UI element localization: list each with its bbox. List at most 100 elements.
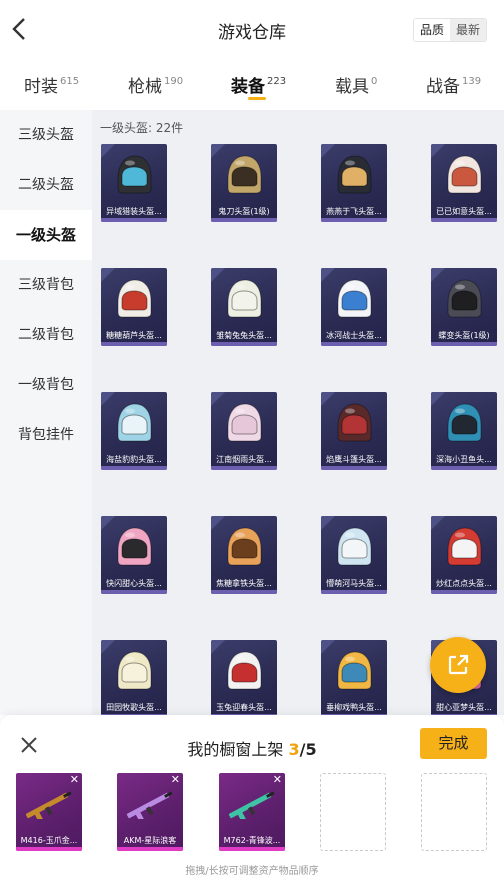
helmet-icon (447, 155, 482, 194)
sidebar-item-backpack-charm[interactable]: 背包挂件 (0, 410, 92, 460)
remove-icon[interactable]: ✕ (171, 774, 180, 786)
showcase-total: /5 (299, 740, 317, 759)
showcase-count: 3 (288, 740, 300, 759)
helmet-icon (227, 279, 262, 318)
external-link-icon (448, 654, 469, 675)
share-fab-button[interactable] (430, 637, 486, 693)
top-bar: 游戏仓库 品质 最新 (0, 0, 504, 60)
corner-tag (431, 268, 445, 282)
item-name: 海盐豹豹头盔... (106, 455, 162, 464)
helmet-icon (117, 155, 152, 194)
item-card[interactable]: 燕燕于飞头盔... (321, 144, 387, 222)
item-card[interactable]: 糖糖葫芦头盔... (101, 268, 167, 346)
showcase-title-text: 我的橱窗上架 (187, 740, 284, 759)
quality-bar (211, 218, 277, 222)
helmet-icon (447, 403, 482, 442)
item-name: 甜心亚梦头盔... (436, 703, 492, 712)
tab-fashion[interactable]: 时装 615 (24, 72, 79, 97)
sort-quality-button[interactable]: 品质 (414, 19, 450, 41)
tab-equipment[interactable]: 装备 223 (231, 72, 286, 97)
item-card[interactable]: 焦糖拿铁头盔... (211, 516, 277, 594)
item-name: 田园牧歌头盔... (106, 703, 162, 712)
quality-bar (321, 218, 387, 222)
remove-icon[interactable]: ✕ (70, 774, 79, 786)
sort-toggle: 品质 最新 (413, 18, 487, 42)
sidebar-item-level1-helmet[interactable]: 一级头盔 (0, 210, 92, 260)
quality-bar (321, 466, 387, 470)
sort-newest-button[interactable]: 最新 (450, 19, 486, 41)
quality-bar (321, 342, 387, 346)
item-card[interactable]: 懵萌河马头盔... (321, 516, 387, 594)
tab-count: 0 (371, 76, 378, 87)
quality-bar (101, 466, 167, 470)
corner-tag (211, 144, 225, 158)
item-name: 冰河战士头盔... (326, 331, 382, 340)
helmet-icon (337, 651, 372, 690)
corner-tag (211, 516, 225, 530)
item-card[interactable]: 雏菊兔兔头盔... (211, 268, 277, 346)
done-button[interactable]: 完成 (420, 728, 487, 759)
showcase-slot-empty[interactable] (320, 773, 386, 851)
item-card[interactable]: 海盐豹豹头盔... (101, 392, 167, 470)
tab-label: 战备 (426, 77, 460, 97)
tab-supplies[interactable]: 战备 139 (426, 72, 481, 97)
tab-weapons[interactable]: 枪械 190 (128, 72, 183, 97)
gun-icon (126, 791, 173, 819)
showcase-slot-filled[interactable]: ✕ M762-青锋波... (219, 773, 285, 851)
item-name: 垂柳戏鸭头盔... (326, 703, 382, 712)
quality-bar (431, 218, 497, 222)
item-card[interactable]: 异域猎装头盔... (101, 144, 167, 222)
helmet-icon (337, 527, 372, 566)
sidebar-item-level1-backpack[interactable]: 一级背包 (0, 360, 92, 410)
tab-label: 装备 (231, 77, 265, 97)
item-card[interactable]: 深海小丑鱼头... (431, 392, 497, 470)
quality-bar (431, 342, 497, 346)
showcase-slot-filled[interactable]: ✕ AKM-星际浪客 (117, 773, 183, 851)
item-name: 鬼刀头盔(1级) (218, 207, 270, 216)
tab-vehicles[interactable]: 载具 0 (335, 72, 377, 97)
helmet-icon (227, 527, 262, 566)
quality-bar (431, 466, 497, 470)
item-card[interactable]: 鬼刀头盔(1级) (211, 144, 277, 222)
tab-label: 时装 (24, 77, 58, 97)
reorder-hint: 拖拽/长按可调整资产物品顺序 (185, 866, 319, 877)
helmet-icon (447, 527, 482, 566)
corner-tag (211, 640, 225, 654)
item-name: 深海小丑鱼头... (436, 455, 492, 464)
item-card[interactable]: 垂柳戏鸭头盔... (321, 640, 387, 715)
item-name: 燕燕于飞头盔... (326, 207, 382, 216)
corner-tag (431, 516, 445, 530)
item-name: 焦糖拿铁头盔... (216, 579, 272, 588)
tab-count: 139 (462, 76, 482, 87)
sidebar-item-level3-backpack[interactable]: 三级背包 (0, 260, 92, 310)
item-card[interactable]: 冰河战士头盔... (321, 268, 387, 346)
item-card[interactable]: 炒红点点头盔... (431, 516, 497, 594)
item-card[interactable]: 快闪甜心头盔... (101, 516, 167, 594)
showcase-slot-filled[interactable]: ✕ M416-玉爪金... (16, 773, 82, 851)
quality-bar (219, 847, 285, 851)
quality-bar (117, 847, 183, 851)
item-card[interactable]: 江南烟雨头盔... (211, 392, 277, 470)
sidebar-item-level2-helmet[interactable]: 二级头盔 (0, 160, 92, 210)
corner-tag (101, 268, 115, 282)
item-card[interactable]: 焰鹰斗篷头盔... (321, 392, 387, 470)
corner-tag (211, 268, 225, 282)
item-grid-panel: 一级头盔: 22件 异域猎装头盔... 鬼刀头盔(1级) 燕燕于飞头盔... 已已如意… (92, 110, 504, 715)
corner-tag (101, 640, 115, 654)
corner-tag (321, 392, 335, 406)
showcase-slot-empty[interactable] (421, 773, 487, 851)
item-card[interactable]: 蝶变头盔(1级) (431, 268, 497, 346)
item-card[interactable]: 田园牧歌头盔... (101, 640, 167, 715)
corner-tag (431, 144, 445, 158)
item-name: 异域猎装头盔... (106, 207, 162, 216)
quality-bar (431, 590, 497, 594)
corner-tag (211, 392, 225, 406)
item-card[interactable]: 已已如意头盔... (431, 144, 497, 222)
quality-bar (101, 342, 167, 346)
item-card[interactable]: 玉兔迎春头盔... (211, 640, 277, 715)
sidebar-item-level2-backpack[interactable]: 二级背包 (0, 310, 92, 360)
helmet-icon (117, 651, 152, 690)
tab-count: 223 (267, 76, 287, 87)
remove-icon[interactable]: ✕ (273, 774, 282, 786)
sidebar-item-level3-helmet[interactable]: 三级头盔 (0, 110, 92, 160)
